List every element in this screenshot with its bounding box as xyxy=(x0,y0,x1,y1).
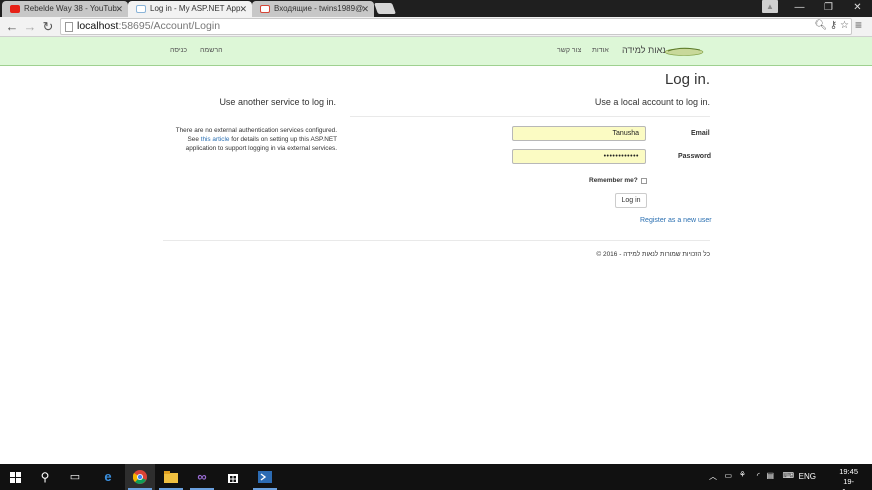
windows-taskbar: ⚲ ▭ e ∞ ︿ ▭ ⚘ ◜ ▤ ⌨ ENG 19:45 19- xyxy=(0,464,872,490)
edge-icon[interactable]: e xyxy=(93,464,123,490)
profile-icon[interactable]: ▲ xyxy=(762,0,778,13)
network-icon[interactable]: ⚘ xyxy=(739,470,746,479)
footer-divider xyxy=(163,240,710,241)
tab-gmail[interactable]: Входящие - twins1989@ ✕ xyxy=(252,1,374,17)
external-info-line: See this article for details on setting … xyxy=(187,136,337,143)
gmail-icon xyxy=(260,5,270,13)
browser-tab-strip: Rebelde Way 38 - YouTub ✕ Log in - My AS… xyxy=(0,0,872,17)
register-link[interactable]: Register as a new user xyxy=(640,217,712,224)
password-field[interactable]: •••••••••••• xyxy=(512,149,646,164)
nav-about-link[interactable]: אודות xyxy=(592,47,609,54)
chrome-icon[interactable] xyxy=(125,464,155,490)
new-tab-button[interactable] xyxy=(373,3,397,14)
password-label: Password xyxy=(678,153,712,160)
close-icon[interactable]: ✕ xyxy=(239,1,247,17)
powershell-icon[interactable] xyxy=(250,464,280,490)
nav-register-link[interactable]: הרשמה xyxy=(200,47,223,54)
forward-icon[interactable]: → xyxy=(22,18,38,35)
battery-icon[interactable]: ▭ xyxy=(724,471,732,480)
external-info-line: There are no external authentication ser… xyxy=(175,127,337,134)
tab-title: Rebelde Way 38 - YouTub xyxy=(24,4,117,13)
minimize-button[interactable]: — xyxy=(785,0,814,17)
zoom-icon[interactable]: 🔍︎ xyxy=(814,20,827,31)
nav-login-link[interactable]: כניסה xyxy=(170,47,187,54)
youtube-icon xyxy=(10,5,20,13)
close-window-button[interactable]: ✕ xyxy=(843,0,872,17)
nav-contact-link[interactable]: צור קשר xyxy=(557,47,581,54)
wifi-icon[interactable]: ◜ xyxy=(757,471,760,480)
address-bar[interactable]: localhost:58695/Account/Login 🔍︎ ⚷ ☆ xyxy=(60,18,852,35)
file-explorer-icon[interactable] xyxy=(156,464,186,490)
menu-icon[interactable]: ≡ xyxy=(855,18,862,32)
store-icon[interactable] xyxy=(218,464,248,490)
local-account-heading: Use a local account to log in. xyxy=(594,97,710,107)
reload-icon[interactable]: ↻ xyxy=(40,18,56,35)
action-center-icon[interactable]: ▤ xyxy=(766,471,774,480)
search-icon[interactable]: ⚲ xyxy=(30,464,60,490)
external-info-line: application to support logging in via ex… xyxy=(185,145,337,152)
browser-toolbar: ← → ↻ localhost:58695/Account/Login 🔍︎ ⚷… xyxy=(0,17,872,37)
brand-logo[interactable] xyxy=(664,45,704,57)
remember-me-label: Remember me? xyxy=(589,177,638,184)
divider xyxy=(350,116,710,117)
tab-login[interactable]: Log in - My ASP.NET App ✕ xyxy=(128,1,252,17)
url-text: localhost:58695/Account/Login xyxy=(77,20,221,32)
site-navbar: כניסה הרשמה צור קשר אודות נאות למידה xyxy=(0,37,872,66)
screen: Rebelde Way 38 - YouTub ✕ Log in - My AS… xyxy=(0,0,872,490)
page-icon xyxy=(65,22,73,32)
page-icon xyxy=(136,5,146,13)
bookmark-star-icon[interactable]: ☆ xyxy=(840,20,849,31)
login-button[interactable]: Log in xyxy=(615,193,647,208)
footer-text: © 2016 - כל הזכויות שמורות לנאות למידה xyxy=(596,251,710,258)
brand-name[interactable]: נאות למידה xyxy=(622,45,666,55)
tab-title: Log in - My ASP.NET App xyxy=(150,4,241,13)
external-auth-info: There are no external authentication ser… xyxy=(163,126,337,153)
page-title: Log in. xyxy=(664,71,710,88)
close-icon[interactable]: ✕ xyxy=(361,1,369,17)
visual-studio-icon[interactable]: ∞ xyxy=(187,464,217,490)
article-link[interactable]: this article xyxy=(201,136,230,143)
clock[interactable]: 19:45 19-Jun-16 xyxy=(839,467,858,490)
windows-start-icon[interactable] xyxy=(0,464,30,490)
restore-button[interactable]: ❐ xyxy=(814,0,843,17)
email-label: Email xyxy=(691,130,710,137)
tab-youtube[interactable]: Rebelde Way 38 - YouTub ✕ xyxy=(2,1,128,17)
key-icon[interactable]: ⚷ xyxy=(830,20,837,31)
close-icon[interactable]: ✕ xyxy=(115,1,123,17)
keyboard-icon[interactable]: ⌨ xyxy=(782,471,794,480)
back-icon[interactable]: ← xyxy=(4,18,20,35)
tray-chevron-icon[interactable]: ︿ xyxy=(709,471,717,482)
external-service-heading: Use another service to log in. xyxy=(219,97,336,107)
task-view-icon[interactable]: ▭ xyxy=(60,464,90,490)
language-indicator[interactable]: ENG xyxy=(799,472,816,481)
tab-title: Входящие - twins1989@ xyxy=(274,4,364,13)
email-field[interactable]: Tanusha xyxy=(512,126,646,141)
remember-me-checkbox[interactable] xyxy=(641,178,647,184)
